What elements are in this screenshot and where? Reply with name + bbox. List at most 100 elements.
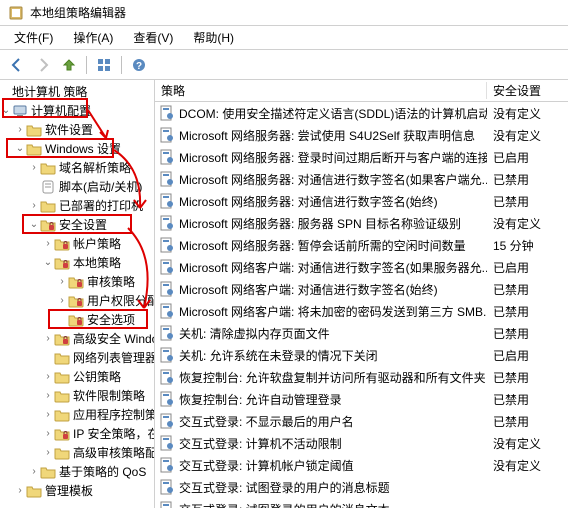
expand-toggle[interactable]: › <box>28 466 40 477</box>
folder-lock-icon <box>68 274 84 290</box>
tree-item[interactable]: › 基于策略的 QoS <box>0 462 154 481</box>
up-button[interactable] <box>58 54 80 76</box>
list-row[interactable]: Microsoft 网络服务器: 对通信进行数字签名(如果客户端允...已禁用 <box>155 168 568 190</box>
expand-toggle[interactable]: › <box>42 390 54 401</box>
policy-icon <box>159 479 175 495</box>
expand-toggle[interactable]: › <box>56 295 68 306</box>
list-row[interactable]: 关机: 清除虚拟内存页面文件已禁用 <box>155 322 568 344</box>
menu-file[interactable]: 文件(F) <box>4 27 63 48</box>
list-row[interactable]: Microsoft 网络客户端: 将未加密的密码发送到第三方 SMB...已禁用 <box>155 300 568 322</box>
policy-name: 恢复控制台: 允许软盘复制并访问所有驱动器和所有文件夹 <box>179 369 486 386</box>
folder-icon <box>26 122 42 138</box>
policy-setting: 已禁用 <box>487 281 568 298</box>
expand-toggle[interactable]: › <box>28 200 40 211</box>
expand-toggle[interactable]: › <box>42 238 54 249</box>
list-row[interactable]: 恢复控制台: 允许软盘复制并访问所有驱动器和所有文件夹已禁用 <box>155 366 568 388</box>
expand-toggle[interactable]: › <box>42 333 54 344</box>
policy-setting: 没有定义 <box>487 105 568 122</box>
list-row[interactable]: 交互式登录: 试图登录的用户的消息文本 <box>155 498 568 508</box>
folder-icon <box>26 483 42 499</box>
list-row[interactable]: 关机: 允许系统在未登录的情况下关闭已启用 <box>155 344 568 366</box>
expand-toggle[interactable]: › <box>42 447 54 458</box>
help-button[interactable] <box>128 54 150 76</box>
list-row[interactable]: 交互式登录: 不显示最后的用户名已禁用 <box>155 410 568 432</box>
policy-setting: 没有定义 <box>487 127 568 144</box>
folder-icon <box>54 407 70 423</box>
list-row[interactable]: Microsoft 网络客户端: 对通信进行数字签名(始终) 已禁用 <box>155 278 568 300</box>
tree-item[interactable]: ⌄计算机配置 <box>0 101 154 120</box>
tree-item[interactable]: ⌄Windows 设置 <box>0 139 154 158</box>
tree-item[interactable]: ›域名解析策略 <box>0 158 154 177</box>
tree-item[interactable]: ⌄安全设置 <box>0 215 154 234</box>
policy-icon <box>159 105 175 121</box>
policy-icon <box>159 127 175 143</box>
list-row[interactable]: 交互式登录: 试图登录的用户的消息标题 <box>155 476 568 498</box>
tree-item[interactable]: ›用户权限分配 <box>0 291 154 310</box>
options-button[interactable] <box>93 54 115 76</box>
list-row[interactable]: Microsoft 网络服务器: 服务器 SPN 目标名称验证级别没有定义 <box>155 212 568 234</box>
tree-item[interactable]: 网络列表管理器 <box>0 348 154 367</box>
policy-name: Microsoft 网络客户端: 对通信进行数字签名(始终) <box>179 281 438 298</box>
policy-icon <box>159 149 175 165</box>
tree-item[interactable]: ›高级安全 Windo <box>0 329 154 348</box>
back-button[interactable] <box>6 54 28 76</box>
expand-toggle[interactable]: › <box>28 162 40 173</box>
tree-item[interactable]: ›软件设置 <box>0 120 154 139</box>
policy-name: DCOM: 使用安全描述符定义语言(SDDL)语法的计算机启动... <box>179 105 487 122</box>
tree-root[interactable]: 地计算机 策略 <box>0 82 154 101</box>
toolbar <box>0 50 568 80</box>
expand-toggle[interactable]: ⌄ <box>14 143 26 154</box>
qos-icon <box>40 464 56 480</box>
col-setting[interactable]: 安全设置 <box>487 82 568 99</box>
list-row[interactable]: Microsoft 网络服务器: 暂停会话前所需的空闲时间数量15 分钟 <box>155 234 568 256</box>
menu-view[interactable]: 查看(V) <box>123 27 183 48</box>
policy-name: 交互式登录: 试图登录的用户的消息标题 <box>179 479 390 496</box>
list-row[interactable]: Microsoft 网络客户端: 对通信进行数字签名(如果服务器允...已启用 <box>155 256 568 278</box>
app-icon <box>8 5 24 21</box>
list-row[interactable]: 交互式登录: 计算机不活动限制没有定义 <box>155 432 568 454</box>
col-policy[interactable]: 策略 <box>155 82 487 99</box>
expand-toggle[interactable]: ⌄ <box>0 105 12 116</box>
policy-name: 交互式登录: 计算机不活动限制 <box>179 435 342 452</box>
list-row[interactable]: Microsoft 网络服务器: 登录时间过期后断开与客户端的连接已启用 <box>155 146 568 168</box>
list-row[interactable]: Microsoft 网络服务器: 对通信进行数字签名(始终)已禁用 <box>155 190 568 212</box>
policy-name: 交互式登录: 试图登录的用户的消息文本 <box>179 501 390 508</box>
tree-item-label: 基于策略的 QoS <box>59 463 146 480</box>
expand-toggle[interactable]: › <box>42 428 54 439</box>
policy-icon <box>159 391 175 407</box>
list-row[interactable]: 恢复控制台: 允许自动管理登录已禁用 <box>155 388 568 410</box>
tree-item-label: 安全选项 <box>87 311 135 328</box>
tree-item[interactable]: ›应用程序控制策 <box>0 405 154 424</box>
tree-pane[interactable]: 地计算机 策略 ⌄计算机配置›软件设置⌄Windows 设置›域名解析策略脚本(… <box>0 80 155 508</box>
expand-toggle[interactable]: ⌄ <box>28 219 40 230</box>
tree-item[interactable]: ›审核策略 <box>0 272 154 291</box>
folder-icon <box>54 350 70 366</box>
tree-item[interactable]: 安全选项 <box>0 310 154 329</box>
tree-item[interactable]: ›公钥策略 <box>0 367 154 386</box>
list-row[interactable]: Microsoft 网络服务器: 尝试使用 S4U2Self 获取声明信息没有定… <box>155 124 568 146</box>
forward-button[interactable] <box>32 54 54 76</box>
tree-item[interactable]: ›管理模板 <box>0 481 154 500</box>
tree-item[interactable]: ⌄ 本地策略 <box>0 253 154 272</box>
list-row[interactable]: 交互式登录: 计算机帐户锁定阈值没有定义 <box>155 454 568 476</box>
list-row[interactable]: DCOM: 使用安全描述符定义语言(SDDL)语法的计算机启动...没有定义 <box>155 102 568 124</box>
expand-toggle[interactable]: › <box>42 371 54 382</box>
policy-icon <box>159 193 175 209</box>
policy-icon <box>159 171 175 187</box>
tree-item[interactable]: 脚本(启动/关机) <box>0 177 154 196</box>
expand-toggle[interactable]: ⌄ <box>42 257 54 268</box>
tree-item[interactable]: ›高级审核策略配 <box>0 443 154 462</box>
tree-item[interactable]: ›帐户策略 <box>0 234 154 253</box>
expand-toggle[interactable]: › <box>14 124 26 135</box>
expand-toggle[interactable]: › <box>14 485 26 496</box>
tree-item[interactable]: ›软件限制策略 <box>0 386 154 405</box>
tree-item[interactable]: ›已部署的打印机 <box>0 196 154 215</box>
tree-item[interactable]: ›IP 安全策略，在 <box>0 424 154 443</box>
menu-help[interactable]: 帮助(H) <box>183 27 244 48</box>
menu-action[interactable]: 操作(A) <box>63 27 123 48</box>
policy-setting: 已启用 <box>487 149 568 166</box>
tree-item-label: 本地策略 <box>73 254 121 271</box>
expand-toggle[interactable]: › <box>42 409 54 420</box>
expand-toggle[interactable]: › <box>56 276 68 287</box>
policy-name: Microsoft 网络服务器: 登录时间过期后断开与客户端的连接 <box>179 149 487 166</box>
